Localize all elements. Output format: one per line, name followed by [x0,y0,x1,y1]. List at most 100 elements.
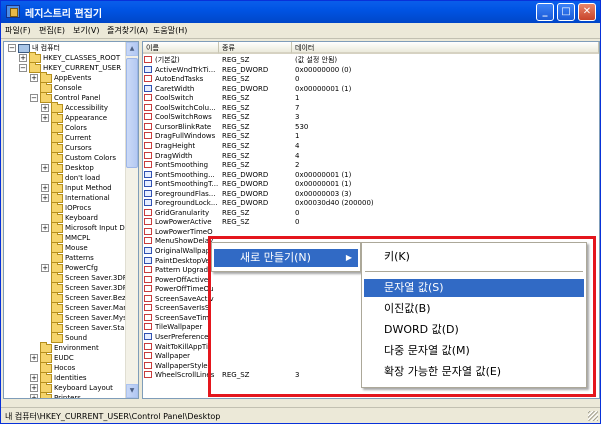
value-name: Pattern Upgrade [155,266,213,275]
value-type: REG_SZ [222,113,250,122]
tree-node-label: Keyboard Layout [54,384,113,392]
collapse-minus-icon[interactable]: − [30,94,38,102]
tree-node-label: Screen Saver.Stars [65,324,131,332]
value-row[interactable]: CoolSwitchColu... REG_SZ 7 [143,103,599,113]
value-name: MenuShowDelay [155,237,214,246]
value-row[interactable]: AutoEndTasks REG_SZ 0 [143,75,599,84]
menu-item-new[interactable]: 새로 만들기(N) ▶ [214,249,358,267]
value-name: UserPreference [155,332,209,341]
value-row[interactable]: DragHeight REG_SZ 4 [143,141,599,151]
scroll-down-arrow-icon[interactable]: ▼ [126,384,138,398]
column-header-type[interactable]: 종류 [219,42,292,54]
submenu-item-binary-value[interactable]: 이진값(B) [364,300,584,318]
expand-plus-icon[interactable]: + [41,104,49,112]
expand-plus-icon[interactable]: + [30,374,38,382]
expand-plus-icon[interactable]: + [41,194,49,202]
menu-edit[interactable]: 편집(E) [39,25,65,36]
menu-file[interactable]: 파일(F) [5,25,31,36]
value-data: 4 [295,151,300,160]
registry-tree-pane[interactable]: − 내 컴퓨터 + HKEY_CLASSES_ROOT − HKEY_CURRENT_US… [3,41,139,399]
tree-scroll-thumb[interactable] [126,58,138,168]
status-path: 내 컴퓨터\HKEY_CURRENT_USER\Control Panel\De… [5,412,221,421]
collapse-minus-icon[interactable]: − [8,44,16,52]
submenu-item-multi-string-value[interactable]: 다중 문자열 값(M) [364,342,584,360]
value-row[interactable]: CursorBlinkRate REG_SZ 530 [143,122,599,132]
scroll-up-arrow-icon[interactable]: ▲ [126,42,138,56]
string-value-icon [144,56,152,63]
expand-plus-icon[interactable]: + [19,54,27,62]
resize-grip[interactable] [588,411,598,421]
expand-plus-icon[interactable]: + [41,164,49,172]
value-row[interactable]: CoolSwitch REG_SZ 1 [143,94,599,103]
value-name: GridGranularity [155,208,210,217]
value-row[interactable]: GridGranularity REG_SZ 0 [143,208,599,218]
string-value-icon [144,275,152,283]
menu-view[interactable]: 보기(V) [73,25,99,36]
value-name: FontSmoothing [155,161,209,170]
tree-node-label: Sound [65,334,88,342]
expand-plus-icon[interactable]: + [41,264,49,272]
string-value-icon [144,237,152,245]
collapse-minus-icon[interactable]: − [19,64,27,72]
value-row[interactable]: ForegroundLock... REG_DWORD 0x00030d40 (20… [143,199,599,208]
value-row[interactable]: FontSmoothing... REG_DWORD 0x00000001 (1) [143,170,599,180]
string-value-icon [144,266,152,274]
value-name: AutoEndTasks [155,75,204,84]
tree-node-label: Keyboard [65,214,98,222]
column-header-data[interactable]: 데이터 [292,42,599,54]
value-data: 0x00000003 (3) [295,189,352,198]
binary-value-icon [144,247,152,254]
expand-plus-icon[interactable]: + [30,394,38,398]
menu-favorites[interactable]: 즐겨찾기(A) [107,25,148,36]
window-title: 레지스트리 편집기 [25,9,103,20]
value-row[interactable]: ForegroundFlas... REG_DWORD 0x00000003 (3) [143,189,599,199]
expand-plus-icon[interactable]: + [30,74,38,82]
expand-plus-icon[interactable]: + [30,384,38,392]
title-bar[interactable]: 레지스트리 편집기 _ □ ✕ [1,1,600,23]
tree-node-label: PowerCfg [65,264,98,272]
tree-vertical-scrollbar[interactable]: ▲ ▼ [125,42,138,398]
submenu-item-key[interactable]: 키(K) [364,248,584,266]
value-name: CoolSwitchRows [155,113,212,122]
expand-plus-icon[interactable]: + [41,184,49,192]
value-name: PaintDesktopVer [155,256,213,265]
value-name: LowPowerActive [155,218,212,227]
value-data: 0x00000001 (1) [295,170,352,179]
expand-plus-icon[interactable]: + [41,224,49,232]
value-row[interactable]: CoolSwitchRows REG_SZ 3 [143,113,599,122]
string-value-icon [144,227,152,235]
value-type: REG_SZ [222,75,250,84]
value-data: (값 설정 안됨) [295,56,338,64]
value-name: CoolSwitch [155,94,194,103]
value-data: 1 [295,132,300,141]
status-bar: 내 컴퓨터\HKEY_CURRENT_USER\Control Panel\De… [1,407,600,423]
value-row[interactable]: FontSmoothingT... REG_DWORD 0x00000001 (1) [143,180,599,189]
submenu-item-dword-value[interactable]: DWORD 값(D) [364,321,584,339]
new-submenu: 키(K) 문자열 값(S) 이진값(B) DWORD 값(D) 다중 문자열 값… [361,242,587,388]
submenu-item-expandable-string-value[interactable]: 확장 가능한 문자열 값(E) [364,363,584,381]
value-row[interactable]: ActiveWndTrkTi... REG_DWORD 0x00000000 (0) [143,65,599,75]
tree-node-label: Control Panel [54,94,101,102]
submenu-item-string-value[interactable]: 문자열 값(S) [364,279,584,297]
value-row[interactable]: DragWidth REG_SZ 4 [143,151,599,161]
value-row[interactable]: (기본값) REG_SZ (값 설정 안됨) [143,56,599,65]
folder-icon [51,332,63,343]
tree-node-label: Custom Colors [65,154,116,162]
value-type: REG_SZ [222,141,250,150]
string-value-icon [144,75,152,83]
maximize-button[interactable]: □ [557,3,575,21]
value-row[interactable]: CaretWidth REG_DWORD 0x00000001 (1) [143,84,599,94]
tree-node-label: Colors [65,124,87,132]
tree-node-label: Screen Saver.Bezie [65,294,132,302]
close-button[interactable]: ✕ [578,3,596,21]
column-header-name[interactable]: 이름 [143,42,219,54]
tree-node-label: Input Method [65,184,112,192]
value-row[interactable]: FontSmoothing REG_SZ 2 [143,161,599,170]
value-row[interactable]: DragFullWindows REG_SZ 1 [143,132,599,141]
value-row[interactable]: LowPowerActive REG_SZ 0 [143,218,599,227]
minimize-button[interactable]: _ [536,3,554,21]
expand-plus-icon[interactable]: + [41,114,49,122]
expand-plus-icon[interactable]: + [30,354,38,362]
menu-help[interactable]: 도움말(H) [153,25,187,36]
value-name: ScreenSaverIsS [155,304,210,313]
